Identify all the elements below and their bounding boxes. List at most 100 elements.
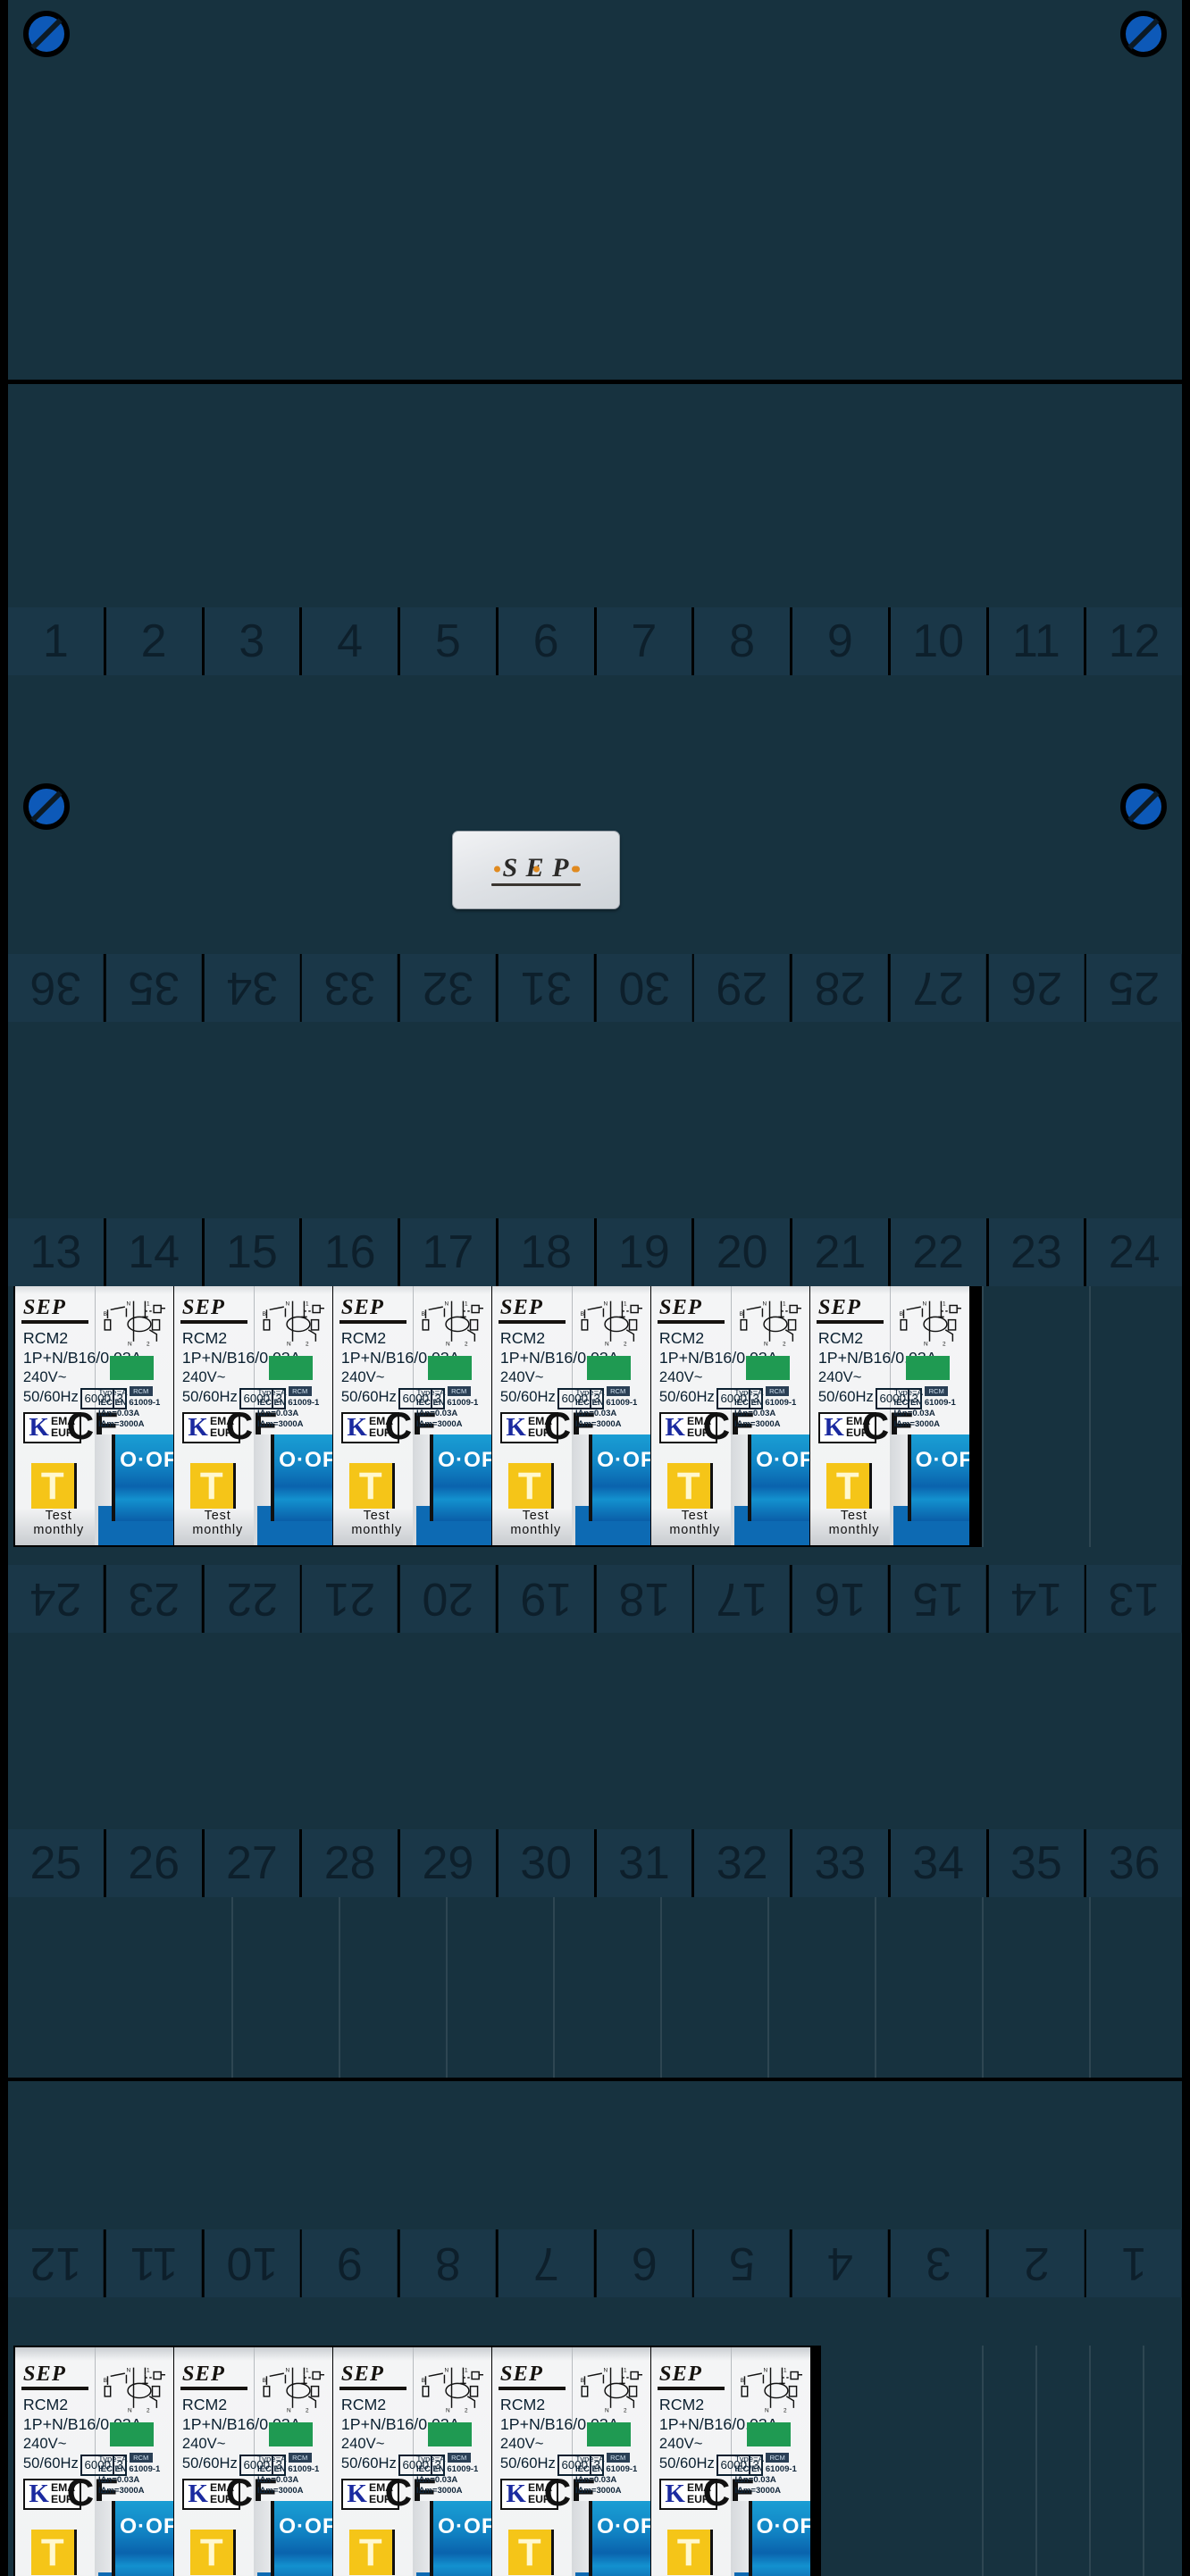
rcbo-module[interactable]: SEP RCM2 1P+N/B16/0.03A 240V~ 50/60Hz 60… (651, 1281, 810, 1545)
rcbo-module[interactable]: SEP RCM2 1P+N/B16/0.03A 240V~ 50/60Hz 60… (492, 2347, 651, 2576)
rcbo-switch-paddle[interactable]: O·OFF (589, 1434, 650, 1522)
rcbo-switch-paddle[interactable]: O·OFF (430, 1434, 491, 1522)
rcbo-brand-underline (816, 1320, 884, 1324)
svg-text:N: N (445, 1301, 449, 1307)
rcbo-switch-paddle[interactable]: O·OFF (271, 1434, 332, 1522)
circuit-number-cell: 4 (302, 607, 398, 675)
rcbo-test-button[interactable]: T (30, 2530, 77, 2576)
number-strip-1-12: 1 2 3 4 5 6 7 8 9 10 11 12 (8, 607, 1182, 677)
svg-text:N: N (127, 1301, 131, 1307)
circuit-number-cell: 27 (204, 1829, 300, 1897)
rcbo-spec-type-badge: RCM (129, 2452, 153, 2463)
rcbo-brand: SEP (22, 1294, 66, 1319)
rcbo-status-indicator (746, 2422, 791, 2446)
svg-text:N: N (445, 2367, 449, 2373)
screw-mid-right[interactable] (1120, 783, 1167, 830)
rcbo-switch[interactable]: O·OFF (253, 1434, 332, 1545)
kema-k-letter: K (29, 2479, 49, 2508)
svg-text:B: B (740, 2378, 743, 2384)
rcbo-test-button[interactable]: T (507, 1463, 554, 1510)
rcbo-switch-paddle[interactable]: O·OFF (112, 1434, 173, 1522)
rcbo-module[interactable]: SEP RCM2 1P+N/B16/0.03A 240V~ 50/60Hz 60… (492, 1281, 651, 1545)
circuit-number-cell: 15 (890, 1565, 986, 1633)
rcbo-status-indicator (110, 2422, 155, 2446)
rcbo-module[interactable]: SEP RCM2 1P+N/B16/0.03A 240V~ 50/60Hz 60… (174, 2347, 333, 2576)
rcbo-test-button[interactable]: T (507, 2530, 554, 2576)
rcbo-switch[interactable]: O·OFF (571, 1434, 650, 1545)
rcbo-module[interactable]: SEP RCM2 1P+N/B16/0.03A 240V~ 50/60Hz 60… (174, 1281, 333, 1545)
rcbo-test-button[interactable]: T (189, 1463, 236, 1510)
rcbo-switch[interactable]: O·OFF (412, 2500, 491, 2576)
svg-text:B: B (263, 2378, 266, 2384)
svg-text:N: N (604, 2367, 608, 2373)
kema-k-letter: K (665, 1412, 685, 1442)
rcbo-model: RCM2 (22, 2395, 69, 2413)
rcbo-voltage: 240V~ (499, 1367, 544, 1385)
rcbo-test-button[interactable]: T (666, 2530, 713, 2576)
rcbo-test-button[interactable]: T (666, 1463, 713, 1510)
rcbo-spec-standard: IEC/EN 61009-1 (415, 1398, 479, 1409)
rcbo-right-pole: N 1 B N 2 Type=A RCM IEC/EN 61009-1 IΔn=… (253, 1281, 332, 1545)
rcbo-brand-underline (339, 1320, 407, 1324)
svg-text:1: 1 (306, 2367, 309, 2373)
rcbo-spec-type-badge: RCM (766, 2452, 790, 2463)
rcbo-test-note: Test monthly (192, 1509, 244, 1538)
rcbo-test-button[interactable]: T (189, 2530, 236, 2576)
rcbo-module[interactable]: SEP RCM2 1P+N/B16/0.03A 240V~ 50/60Hz 60… (15, 1281, 174, 1545)
rcbo-right-pole: N 1 B N 2 Type=A RCM IEC/EN 61009-1 IΔn=… (571, 1281, 650, 1545)
rcbo-spec-idm: IΔm=3000A (97, 1418, 145, 1429)
screw-top-right[interactable] (1120, 11, 1167, 57)
svg-text:N: N (763, 2367, 767, 2373)
rcbo-switch[interactable]: O·OFF (94, 2500, 173, 2576)
rcbo-switch-paddle[interactable]: O·OFF (112, 2500, 173, 2576)
circuit-number-cell: 23 (105, 1565, 202, 1633)
screw-top-left[interactable] (23, 11, 70, 57)
rcbo-test-button[interactable]: T (30, 1463, 77, 1510)
rcbo-switch[interactable]: O·OFF (253, 2500, 332, 2576)
rcbo-module[interactable]: SEP RCM2 1P+N/B16/0.03A 240V~ 50/60Hz 60… (651, 2347, 810, 2576)
rcbo-schematic-icon: N 1 B N 2 (899, 1301, 961, 1347)
rcbo-module[interactable]: SEP RCM2 1P+N/B16/0.03A 240V~ 50/60Hz 60… (15, 2347, 174, 2576)
circuit-number-cell: 2 (988, 2229, 1085, 2297)
rcbo-spec-standard: IEC/EN 61009-1 (574, 1398, 638, 1409)
rcbo-test-button[interactable]: T (825, 1463, 872, 1510)
rcbo-schematic-icon: N 1 B N 2 (740, 2367, 802, 2413)
screw-mid-left[interactable] (23, 783, 70, 830)
rcbo-switch[interactable]: O·OFF (94, 1434, 173, 1545)
rcbo-module[interactable]: SEP RCM2 1P+N/B16/0.03A 240V~ 50/60Hz 60… (333, 1281, 492, 1545)
svg-text:1: 1 (465, 2367, 468, 2373)
rcbo-test-button[interactable]: T (348, 2530, 395, 2576)
rcbo-spec-standard: IEC/EN 61009-1 (893, 1398, 956, 1409)
rcbo-switch[interactable]: O·OFF (730, 1434, 809, 1545)
rcbo-spec-type-badge: RCM (606, 1385, 630, 1397)
rcbo-switch[interactable]: O·OFF (571, 2500, 650, 2576)
rcbo-left-pole: SEP RCM2 1P+N/B16/0.03A 240V~ 50/60Hz 60… (333, 2347, 460, 2576)
kema-k-letter: K (506, 1412, 526, 1442)
rcbo-spec-type: Type=A (256, 1387, 286, 1398)
rcbo-switch[interactable]: O·OFF (412, 1434, 491, 1545)
circuit-number-cell: 15 (204, 1218, 300, 1286)
rcbo-switch-paddle[interactable]: O·OFF (907, 1434, 969, 1522)
circuit-number-cell: 30 (596, 954, 692, 1022)
rcbo-module[interactable]: SEP RCM2 1P+N/B16/0.03A 240V~ 50/60Hz 60… (810, 1281, 969, 1545)
rcbo-switch-paddle[interactable]: O·OFF (430, 2500, 491, 2576)
rcbo-switch-paddle[interactable]: O·OFF (271, 2500, 332, 2576)
rcbo-spec-type: Type=A (256, 2454, 286, 2464)
empty-band-1 (8, 1894, 1182, 2081)
rcbo-test-note: Test monthly (351, 1509, 403, 1538)
rcbo-test-button[interactable]: T (348, 1463, 395, 1510)
rcbo-switch-paddle[interactable]: O·OFF (748, 1434, 809, 1522)
rcbo-left-pole: SEP RCM2 1P+N/B16/0.03A 240V~ 50/60Hz 60… (174, 2347, 301, 2576)
rcbo-module[interactable]: SEP RCM2 1P+N/B16/0.03A 240V~ 50/60Hz 60… (333, 2347, 492, 2576)
circuit-number-cell: 35 (988, 1829, 1085, 1897)
svg-text:N: N (128, 2407, 132, 2413)
rcbo-spec-type-badge: RCM (606, 2452, 630, 2463)
rcbo-switch-paddle[interactable]: O·OFF (589, 2500, 650, 2576)
sep-dot-icon (571, 866, 578, 873)
circuit-number-cell: 6 (596, 2229, 692, 2297)
rcbo-switch-paddle[interactable]: O·OFF (748, 2500, 810, 2576)
rcbo-switch[interactable]: O·OFF (890, 1434, 969, 1545)
rcbo-frequency: 50/60Hz (340, 1388, 397, 1406)
rcbo-switch[interactable]: O·OFF (731, 2500, 810, 2576)
rcbo-model: RCM2 (340, 2395, 387, 2413)
